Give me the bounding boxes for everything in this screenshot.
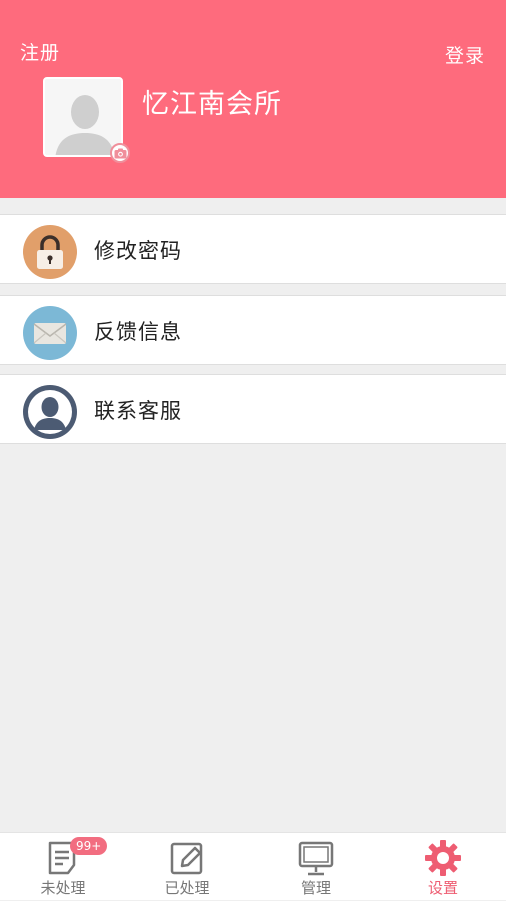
edit-icon xyxy=(170,842,203,875)
menu-item-feedback[interactable]: 反馈信息 xyxy=(0,295,506,365)
person-icon xyxy=(23,385,77,439)
avatar-placeholder-icon xyxy=(55,95,115,155)
menu-label: 联系客服 xyxy=(94,399,182,423)
camera-icon[interactable] xyxy=(110,143,130,163)
menu-label: 反馈信息 xyxy=(94,320,182,344)
monitor-icon xyxy=(298,841,334,876)
mail-icon xyxy=(23,306,77,360)
tab-settings[interactable]: 设置 xyxy=(380,833,506,901)
club-name: 忆江南会所 xyxy=(142,89,282,120)
avatar[interactable] xyxy=(43,77,123,157)
menu-item-change-password[interactable]: 修改密码 xyxy=(0,214,506,284)
unprocessed-badge: 99+ xyxy=(70,837,108,855)
menu-item-contact-service[interactable]: 联系客服 xyxy=(0,374,506,444)
menu-label: 修改密码 xyxy=(94,239,182,263)
register-link[interactable]: 注册 xyxy=(20,38,60,65)
tab-unprocessed[interactable]: 99+ 未处理 xyxy=(0,833,126,901)
bottom-tabbar: 99+ 未处理 已处理 管理 设置 xyxy=(0,832,506,900)
tab-label: 管理 xyxy=(300,879,331,897)
login-link[interactable]: 登录 xyxy=(445,41,485,68)
profile-header: 注册 登录 忆江南会所 xyxy=(0,0,506,198)
gear-icon xyxy=(425,840,461,876)
tab-manage[interactable]: 管理 xyxy=(253,833,379,901)
tab-processed[interactable]: 已处理 xyxy=(124,833,250,901)
tab-label: 已处理 xyxy=(164,879,210,897)
tab-label: 设置 xyxy=(427,879,458,897)
tab-label: 未处理 xyxy=(40,879,86,897)
lock-icon xyxy=(23,225,77,279)
